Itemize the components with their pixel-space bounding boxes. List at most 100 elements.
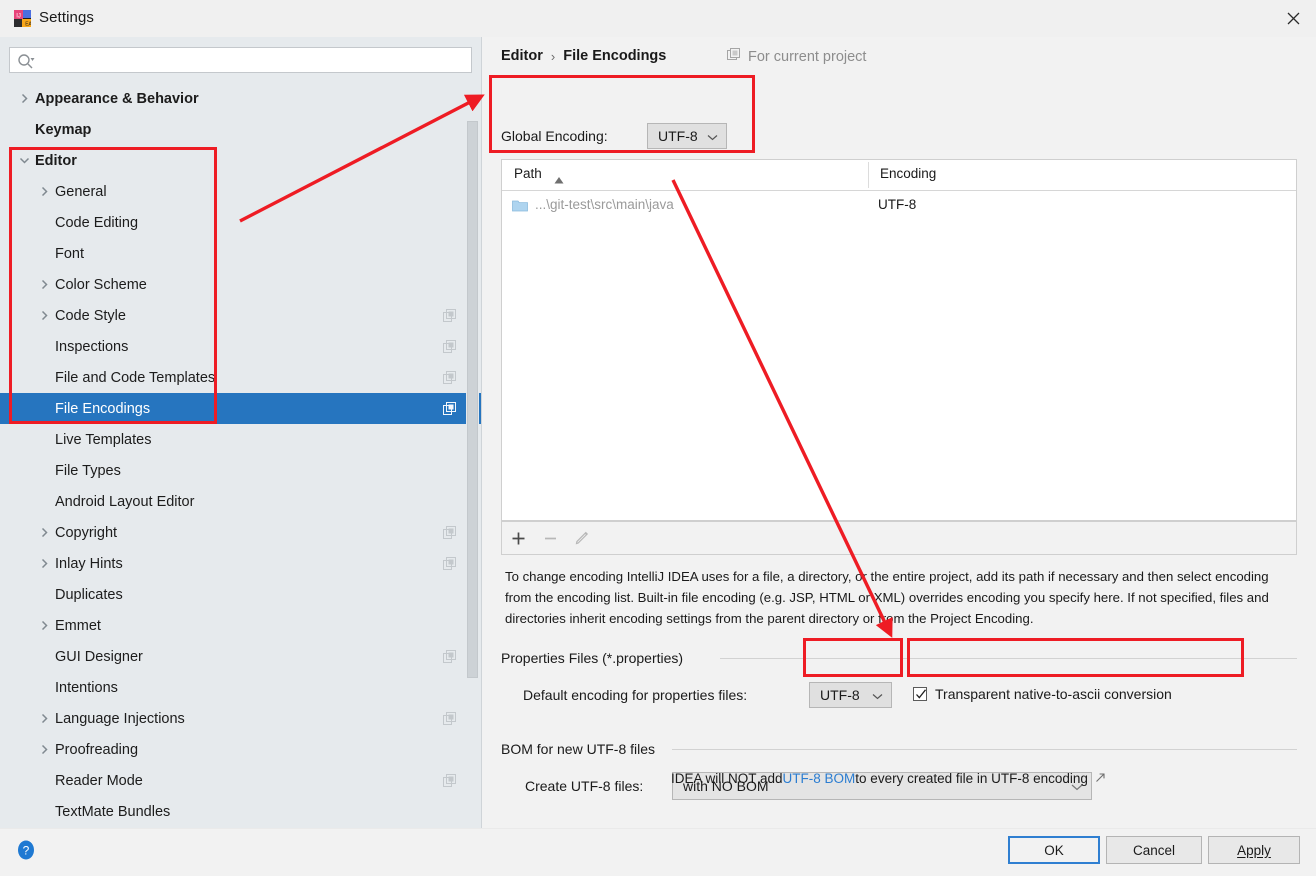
chevron-right-icon[interactable] [36,184,52,200]
sidebar-item-code-style[interactable]: Code Style [0,300,481,331]
pencil-icon[interactable] [566,522,598,554]
help-icon[interactable]: ? [16,840,36,860]
column-header-encoding[interactable]: Encoding [880,166,936,181]
sidebar-item-color-scheme[interactable]: Color Scheme [0,269,481,300]
sidebar-item-label: Live Templates [55,431,152,448]
svg-text:EAP: EAP [25,22,31,27]
sidebar-item-android-layout-editor[interactable]: Android Layout Editor [0,486,481,517]
sidebar-item-label: Reader Mode [55,772,143,789]
bom-note-link[interactable]: UTF-8 BOM [783,771,856,786]
sidebar-item-label: Color Scheme [55,276,147,293]
copy-scope-icon [443,308,457,323]
ok-button[interactable]: OK [1008,836,1100,864]
copy-scope-icon [443,525,457,540]
chevron-right-icon[interactable] [36,618,52,634]
global-encoding-label: Global Encoding: [501,128,608,144]
copy-scope-icon [443,711,457,726]
breadcrumb: Editor › File Encodings [501,48,666,64]
search-icon [17,52,37,70]
sidebar-item-label: Font [55,245,85,262]
column-header-path[interactable]: Path [514,166,542,181]
breadcrumb-separator-icon: › [550,48,556,64]
settings-tree: Appearance & Behavior Keymap Editor General… [0,83,481,828]
sidebar-item-reader-mode[interactable]: Reader Mode [0,765,481,796]
sidebar-item-label: Inspections [55,338,129,355]
sidebar-item-editor[interactable]: Editor [0,145,481,176]
external-link-icon[interactable] [1095,772,1106,786]
sidebar-item-intentions[interactable]: Intentions [0,672,481,703]
properties-group-title: Properties Files (*.properties) [501,650,691,666]
settings-dialog: EAP IJ Settings Appearance & Behavior Key… [0,0,1316,876]
sidebar-item-language-injections[interactable]: Language Injections [0,703,481,734]
transparent-native-to-ascii-checkbox[interactable]: Transparent native-to-ascii conversion [913,686,1172,702]
chevron-right-icon[interactable] [36,308,52,324]
sidebar-item-live-templates[interactable]: Live Templates [0,424,481,455]
global-encoding-dropdown[interactable]: UTF-8 [647,123,727,149]
bom-note-prefix: IDEA will NOT add [671,771,783,786]
bom-note: IDEA will NOT add UTF-8 BOM to every cre… [671,771,1106,786]
table-cell-encoding: UTF-8 [878,197,917,212]
sidebar-item-emmet[interactable]: Emmet [0,610,481,641]
chevron-down-icon[interactable] [16,153,32,169]
sidebar-item-proofreading[interactable]: Proofreading [0,734,481,765]
sidebar-scrollbar-thumb[interactable] [467,121,478,678]
search-field[interactable] [9,47,472,73]
sidebar-item-file-encodings[interactable]: File Encodings [0,393,481,424]
sidebar-item-label: Copyright [55,524,118,541]
copy-scope-icon [443,370,457,385]
add-path-button[interactable] [502,522,534,554]
sidebar-item-inspections[interactable]: Inspections [0,331,481,362]
breadcrumb-leaf: File Encodings [563,48,667,64]
svg-text:IJ: IJ [16,13,21,19]
sidebar-item-gui-designer[interactable]: GUI Designer [0,641,481,672]
sidebar-item-label: Android Layout Editor [55,493,195,510]
close-icon[interactable] [1270,0,1316,37]
copy-scope-icon [443,339,457,354]
breadcrumb-root: Editor [501,48,543,64]
sidebar-scrollbar-track[interactable] [466,78,479,828]
sidebar-item-file-and-code-templates[interactable]: File and Code Templates [0,362,481,393]
cancel-button[interactable]: Cancel [1106,836,1202,864]
bom-group-title: BOM for new UTF-8 files [501,741,663,757]
checkbox-box[interactable] [913,687,927,701]
chevron-right-icon[interactable] [36,711,52,727]
title-bar: EAP IJ Settings [0,0,1316,38]
table-toolbar [501,521,1297,555]
apply-button[interactable]: Apply [1208,836,1300,864]
table-row[interactable]: ...\git-test\src\main\java UTF-8 [502,190,1296,223]
default-properties-encoding-dropdown[interactable]: UTF-8 [809,682,892,708]
properties-group-divider [720,658,1297,659]
copy-scope-icon [443,556,457,571]
column-divider[interactable] [868,162,869,188]
search-input[interactable] [40,51,465,71]
chevron-down-icon [872,687,883,703]
sidebar-item-copyright[interactable]: Copyright [0,517,481,548]
sidebar-item-label: File Types [55,462,121,479]
sidebar-item-label: Duplicates [55,586,123,603]
for-current-project-label: For current project [748,49,867,65]
copy-scope-icon [727,48,741,66]
sidebar-item-file-types[interactable]: File Types [0,455,481,486]
sidebar-item-appearance-behavior[interactable]: Appearance & Behavior [0,83,481,114]
chevron-right-icon[interactable] [36,525,52,541]
chevron-right-icon[interactable] [16,91,32,107]
sidebar-item-general[interactable]: General [0,176,481,207]
sidebar-item-code-editing[interactable]: Code Editing [0,207,481,238]
copy-scope-icon [443,401,457,416]
apply-button-label: Apply [1237,842,1271,858]
table-header-row: Path Encoding [502,160,1296,191]
sidebar-item-textmate-bundles[interactable]: TextMate Bundles [0,796,481,827]
chevron-right-icon[interactable] [36,556,52,572]
copy-scope-icon [443,649,457,664]
sidebar-item-keymap[interactable]: Keymap [0,114,481,145]
sidebar-item-inlay-hints[interactable]: Inlay Hints [0,548,481,579]
sidebar-item-label: File Encodings [55,400,151,417]
sidebar-item-duplicates[interactable]: Duplicates [0,579,481,610]
chevron-right-icon[interactable] [36,742,52,758]
sidebar-item-label: Keymap [35,121,92,138]
chevron-right-icon[interactable] [36,277,52,293]
encodings-table[interactable]: Path Encoding ...\git-test\src\main\java… [501,159,1297,521]
table-cell-path: ...\git-test\src\main\java [535,197,674,212]
sidebar-item-font[interactable]: Font [0,238,481,269]
remove-path-button[interactable] [534,522,566,554]
